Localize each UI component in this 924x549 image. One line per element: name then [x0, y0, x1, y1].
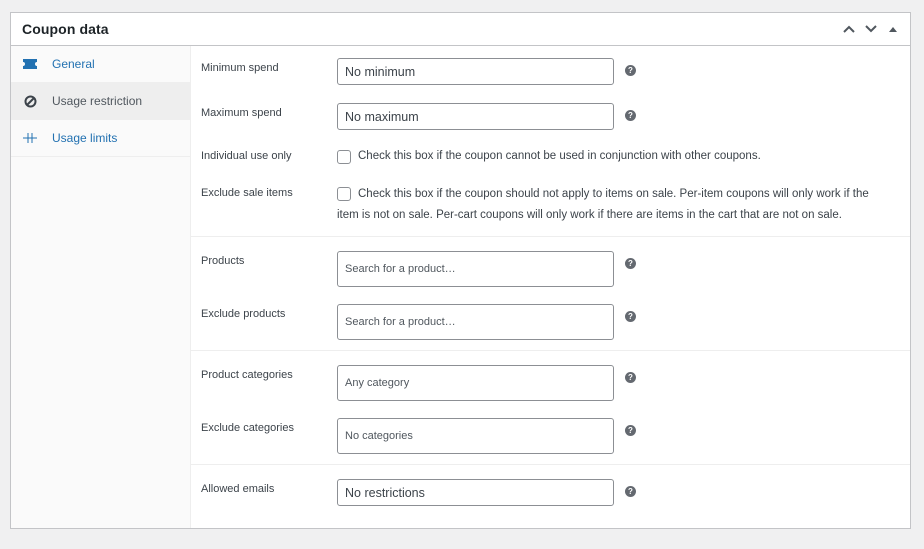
move-up-button[interactable] — [838, 13, 860, 45]
help-icon[interactable]: ? — [625, 311, 636, 322]
allowed-emails-field: Allowed emails No restrictions ? — [191, 471, 910, 506]
panel-title: Coupon data — [22, 21, 109, 37]
triangle-up-icon — [889, 27, 897, 32]
chevron-down-icon — [865, 25, 877, 33]
individual-use-checkbox[interactable] — [337, 150, 351, 164]
help-icon[interactable]: ? — [625, 425, 636, 436]
exclude-sale-items-description-line2: item is not on sale. Per-cart coupons wi… — [337, 209, 842, 221]
exclude-sale-items-field: Exclude sale items Check this box if the… — [191, 165, 910, 232]
maximum-spend-field: Maximum spend No maximum ? — [191, 85, 910, 130]
toggle-panel-button[interactable] — [882, 13, 904, 45]
tab-general[interactable]: General — [11, 46, 190, 83]
minimum-spend-input[interactable]: No minimum — [337, 58, 614, 85]
exclude-categories-field: Exclude categories No categories ? — [191, 401, 910, 454]
products-search-input[interactable]: Search for a product… — [337, 251, 614, 287]
minimum-spend-field: Minimum spend No minimum ? — [191, 50, 910, 85]
tab-label: Usage limits — [52, 131, 118, 145]
panel-header: Coupon data — [11, 13, 910, 46]
allowed-emails-input[interactable]: No restrictions — [337, 479, 614, 506]
maximum-spend-label: Maximum spend — [201, 107, 282, 119]
exclude-products-field: Exclude products Search for a product… ? — [191, 287, 910, 340]
exclude-products-label: Exclude products — [201, 308, 286, 320]
move-down-button[interactable] — [860, 13, 882, 45]
panel-actions — [838, 13, 910, 45]
product-categories-field: Product categories Any category ? — [191, 357, 910, 401]
minimum-spend-label: Minimum spend — [201, 62, 279, 74]
tab-usage-restriction[interactable]: Usage restriction — [11, 83, 190, 120]
panel-body: General Usage restriction Usage limits M… — [11, 46, 910, 528]
block-icon — [21, 92, 39, 110]
help-icon[interactable]: ? — [625, 486, 636, 497]
help-icon[interactable]: ? — [625, 372, 636, 383]
products-label: Products — [201, 255, 245, 267]
individual-use-field: Individual use only Check this box if th… — [191, 130, 910, 165]
product-categories-select[interactable]: Any category — [337, 365, 614, 401]
ticket-icon — [21, 55, 39, 73]
allowed-emails-label: Allowed emails — [201, 483, 275, 495]
help-icon[interactable]: ? — [625, 110, 636, 121]
individual-use-row: Check this box if the coupon cannot be u… — [337, 148, 761, 165]
tab-label: General — [52, 57, 95, 71]
limits-icon — [21, 129, 39, 147]
exclude-sale-items-row: Check this box if the coupon should not … — [337, 185, 890, 227]
chevron-up-icon — [843, 25, 855, 33]
exclude-sale-items-description-line1: Check this box if the coupon should not … — [358, 188, 869, 200]
product-categories-label: Product categories — [201, 369, 293, 381]
spend-group: Minimum spend No minimum ? Maximum spend… — [191, 46, 910, 237]
help-icon[interactable]: ? — [625, 65, 636, 76]
exclude-categories-select[interactable]: No categories — [337, 418, 614, 454]
coupon-tabs: General Usage restriction Usage limits — [11, 46, 191, 528]
products-field: Products Search for a product… ? — [191, 243, 910, 287]
usage-restriction-panel: Minimum spend No minimum ? Maximum spend… — [191, 46, 910, 528]
individual-use-description: Check this box if the coupon cannot be u… — [358, 150, 761, 162]
exclude-products-search-input[interactable]: Search for a product… — [337, 304, 614, 340]
exclude-sale-items-checkbox[interactable] — [337, 187, 351, 201]
categories-group: Product categories Any category ? Exclud… — [191, 351, 910, 465]
emails-group: Allowed emails No restrictions ? — [191, 465, 910, 510]
tab-label: Usage restriction — [52, 94, 143, 108]
tab-usage-limits[interactable]: Usage limits — [11, 120, 190, 157]
help-icon[interactable]: ? — [625, 258, 636, 269]
coupon-data-panel: Coupon data General Usage restriction Us… — [10, 12, 911, 529]
products-group: Products Search for a product… ? Exclude… — [191, 237, 910, 351]
exclude-categories-label: Exclude categories — [201, 422, 294, 434]
individual-use-label: Individual use only — [201, 150, 292, 162]
maximum-spend-input[interactable]: No maximum — [337, 103, 614, 130]
exclude-sale-items-label: Exclude sale items — [201, 187, 293, 199]
